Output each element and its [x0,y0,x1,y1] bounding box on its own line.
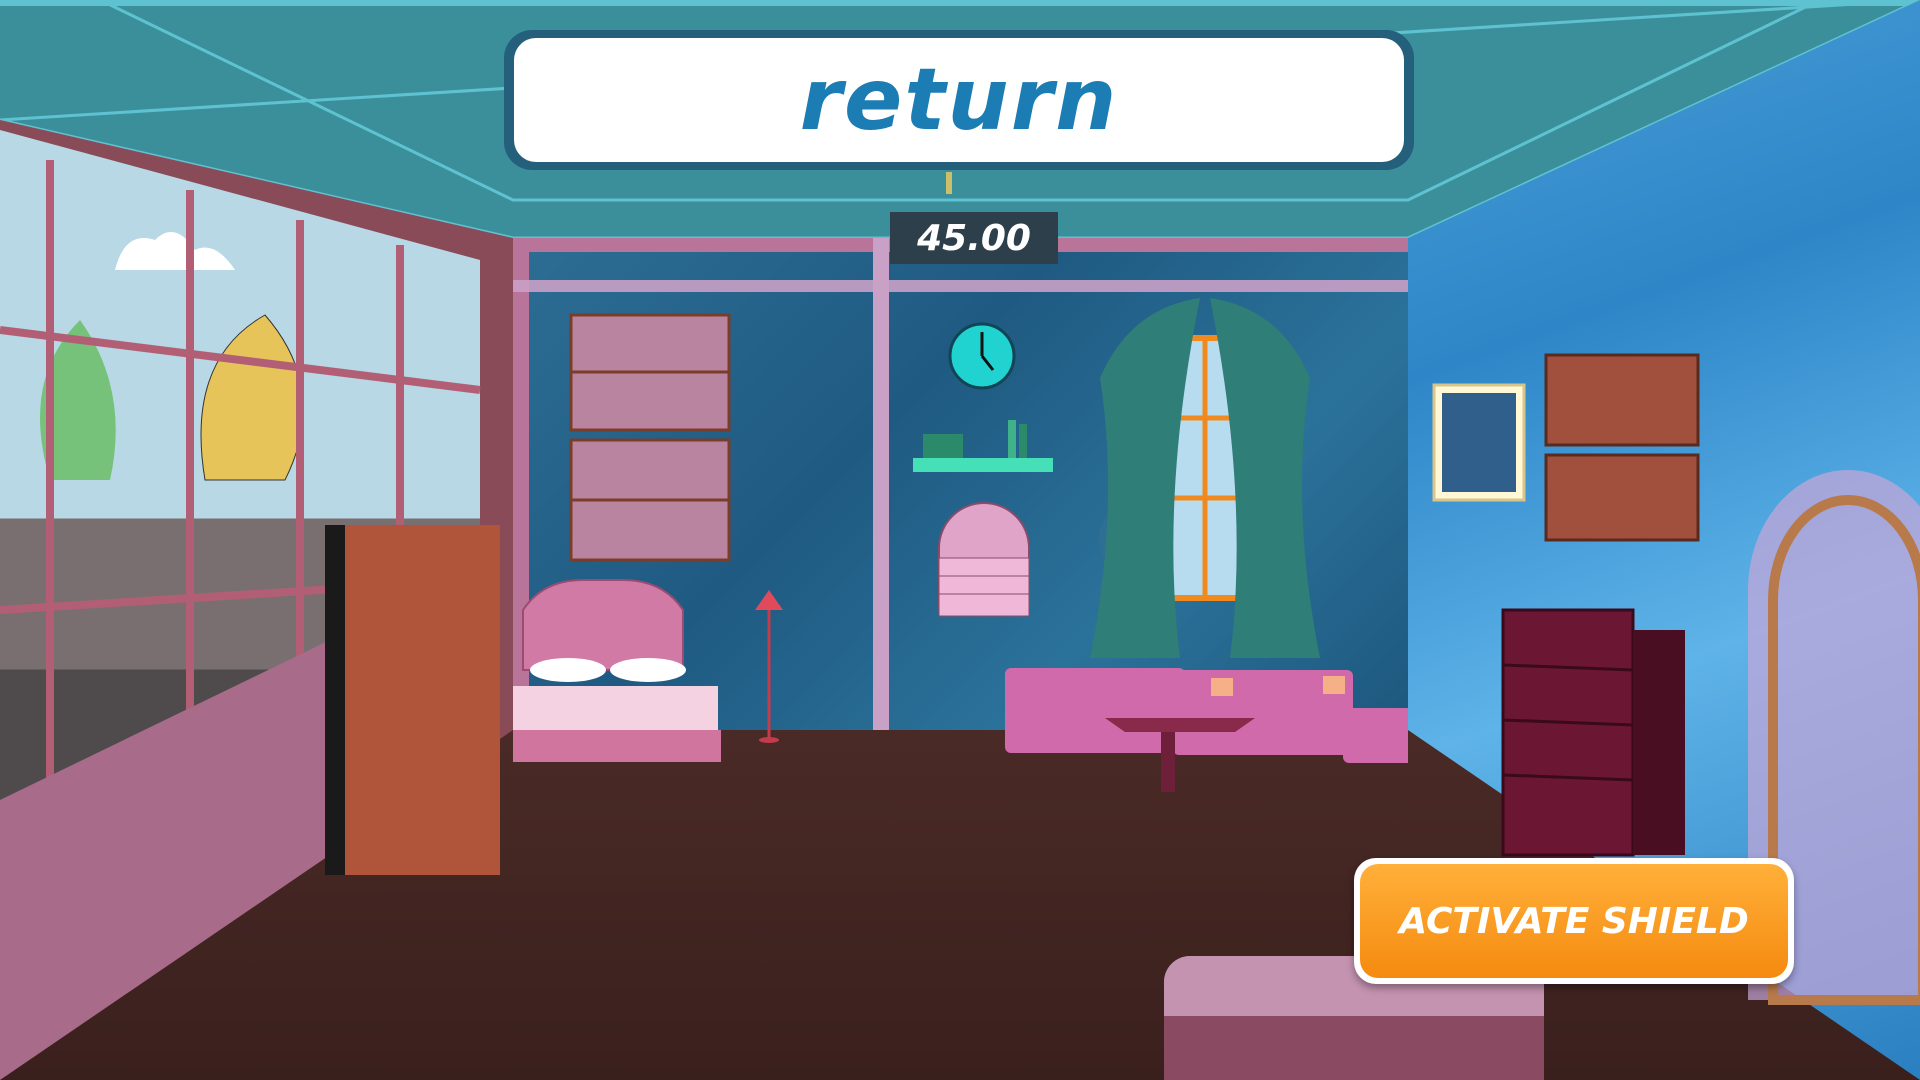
clock-icon [948,322,1016,390]
banner-hanger-icon [946,172,952,194]
left-cabinet [325,525,500,875]
activate-shield-button[interactable]: ACTIVATE SHIELD [1360,864,1788,978]
floor-lamp [755,590,783,743]
wall-cabinet-right [1544,353,1700,542]
window [1090,298,1320,658]
back-wall-furniture [513,298,1408,792]
word-banner-inner: return [514,38,1404,162]
small-dresser [938,502,1030,617]
sofa [1005,668,1408,763]
wall-shelf [913,420,1053,472]
bed [513,579,721,762]
timer: 45.00 [890,212,1058,264]
wall-cabinet [569,313,731,562]
dresser [1501,608,1685,857]
target-word: return [799,50,1119,150]
painting [1432,383,1526,502]
